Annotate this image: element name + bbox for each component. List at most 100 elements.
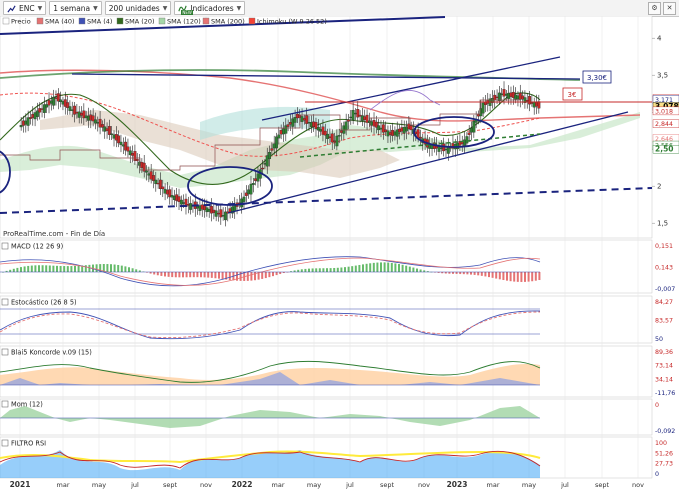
legend-label: SMA (4) [87,18,112,26]
close-icon[interactable]: ✕ [663,2,676,15]
x-axis: 2021 mar may jul sept nov 2022 mar may jul sept nov… [10,480,645,489]
price-candle [107,126,111,135]
macd-histogram-bar [30,265,33,272]
price-candle [347,119,350,122]
settings-icon[interactable]: ⚙ [648,2,661,15]
panel-toggle-icon[interactable] [1,348,9,356]
panel-toggle-icon[interactable] [1,439,9,447]
price-value-label: 3,018 [655,108,673,115]
macd-histogram-bar [308,268,310,272]
panel-toggle-icon[interactable] [1,298,9,306]
panel-value-label: 84,27 [655,299,673,306]
macd-histogram-bar [322,268,325,272]
macd-histogram-bar [84,265,87,272]
macd-histogram-bar [480,272,483,276]
macd-histogram-bar [27,265,30,272]
legend-swatch [202,17,210,25]
panel-right-labels: 0,151 0,143 -0,007 84,27 83,57 50 89,36 73,14 34… [655,243,675,478]
toolbar: ENC ▼ 1 semana ▼ 200 unidades ▼ Indicadores… [0,0,679,17]
macd-histogram-bar [128,267,130,272]
macd-histogram-bar [408,266,411,272]
macd-histogram-bar [520,272,523,282]
price-candle [467,132,471,135]
momentum-panel [0,398,653,436]
legend-label: SMA (40) [45,18,75,26]
panel-title: MACD (12 26 9) [11,243,63,251]
panel-title: Mom (12) [11,401,43,409]
panel-value-label: -0,007 [655,286,675,293]
panel-value-label: 100 [655,440,667,447]
price-candle [277,134,281,139]
panel-toggle-icon[interactable] [1,242,9,250]
chart-icon [7,4,16,12]
macd-histogram-bar [340,267,343,272]
macd-histogram-bar [462,272,465,275]
macd-histogram-bar [66,266,69,272]
price-candle [145,170,148,173]
macd-histogram-bar [506,272,508,281]
panel-value-label: 73,14 [655,363,673,370]
panel-value-label: 0 [655,402,659,409]
x-tick-label: mar [272,481,285,489]
panel-value-label: 27,73 [655,461,673,468]
indicators-button[interactable]: Indicadores ▼ NEW [174,1,246,15]
price-candle [337,135,341,137]
units-label: 200 unidades [108,3,160,13]
chevron-down-icon: ▼ [162,4,168,12]
macd-histogram-bar [333,267,336,272]
price-value-label: 2,50 [655,145,674,154]
macd-histogram-bar [376,262,379,272]
price-candle [537,101,541,109]
macd-histogram-bar [174,272,177,278]
macd-histogram-bar [192,272,195,278]
macd-histogram-bar [304,268,307,272]
macd-histogram-bar [336,267,339,272]
x-tick-label: nov [200,481,212,489]
macd-histogram-bar [185,272,188,278]
panel-toggle-icon[interactable] [1,400,9,408]
macd-histogram-bar [135,269,138,272]
macd-histogram-bar [473,272,476,275]
macd-histogram-bar [498,272,501,280]
macd-histogram-bar [189,272,192,278]
macd-histogram-bar [369,263,372,272]
macd-histogram-bar [250,272,253,281]
macd-histogram-bar [538,272,541,281]
macd-histogram-bar [59,265,62,272]
ticker-selector[interactable]: ENC ▼ [3,1,47,15]
macd-histogram-bar [347,266,350,272]
macd-histogram-bar [88,264,91,272]
right-value-labels: 3,1853,1713,0783,0182,8442,6462,5562,50 [652,94,679,154]
period-selector[interactable]: 1 semana ▼ [49,1,102,15]
macd-histogram-bar [351,266,354,272]
macd-histogram-bar [398,264,400,272]
macd-histogram-bar [182,272,184,278]
units-selector[interactable]: 200 unidades ▼ [104,1,172,15]
macd-histogram-bar [171,272,174,278]
macd-histogram-bar [246,272,249,281]
panel-value-label: -0,092 [655,428,675,435]
macd-histogram-bar [41,265,44,272]
price-candle [242,196,246,202]
target-annotation: 3,30€ [587,74,607,82]
legend-swatch [36,17,44,25]
macd-histogram-bar [52,265,55,272]
x-tick-label: sept [380,481,395,489]
price-candle [270,148,274,151]
macd-histogram-bar [513,272,516,282]
legend-swatch [158,17,166,25]
panel-value-label: 51,26 [655,450,673,457]
indicators-label: Indicadores [190,3,234,13]
price-candle [135,159,139,161]
macd-histogram-bar [110,264,112,272]
x-tick-label: jul [345,481,354,489]
macd-histogram-bar [218,272,220,279]
macd-histogram-bar [491,272,494,278]
price-candle [465,136,469,144]
macd-histogram-bar [56,265,58,272]
price-candle [286,124,290,127]
macd-histogram-bar [48,265,51,272]
macd-histogram-bar [419,269,422,272]
support-annotation: 3€ [568,91,577,99]
macd-histogram-bar [203,272,206,278]
